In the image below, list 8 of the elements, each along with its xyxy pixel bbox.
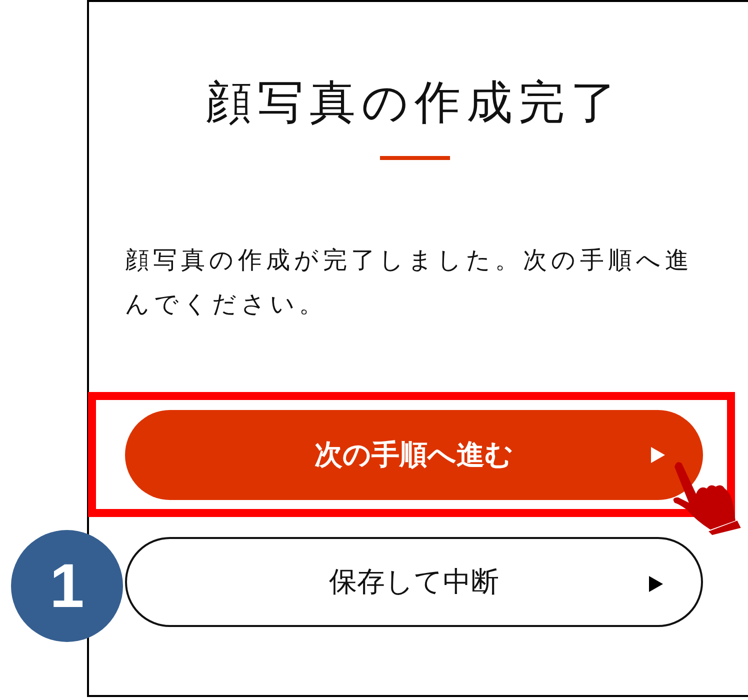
completion-message: 顔写真の作成が完了しました。次の手順へ進んでください。 [125, 245, 694, 320]
page-title: 顔写真の作成完了 [204, 74, 624, 131]
play-icon [651, 447, 665, 463]
play-icon [649, 576, 663, 592]
step-badge: 1 [11, 530, 123, 642]
next-step-button[interactable]: 次の手順へ進む [125, 410, 703, 500]
save-and-pause-button[interactable]: 保存して中断 [125, 537, 703, 627]
title-underline [380, 156, 450, 160]
